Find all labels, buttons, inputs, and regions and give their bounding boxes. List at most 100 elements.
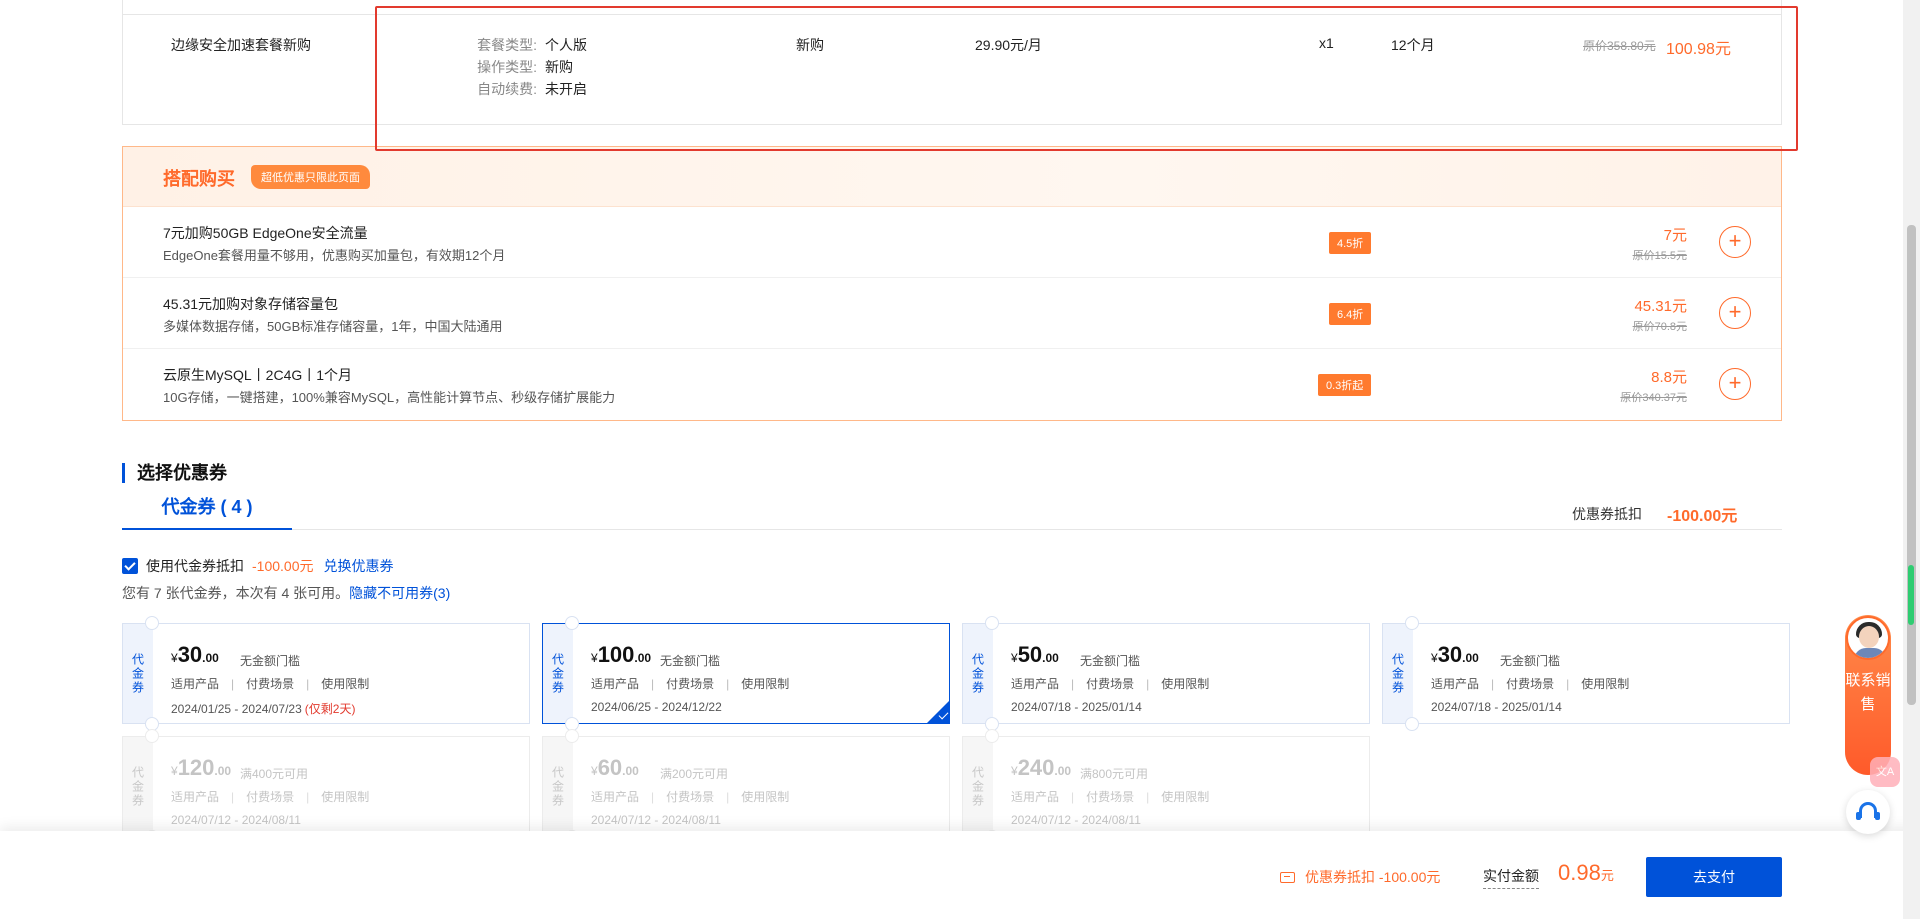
coupon-card: 代金券 ¥240.00 满800元可用 适用产品 | 付费场景 | 使用限制 2024/07/1… bbox=[962, 729, 1370, 844]
order-original-price: 原价358.80元 bbox=[1583, 39, 1656, 53]
coupon-side-label: 代金券 bbox=[963, 737, 993, 836]
coupon-validity: 2024/07/12 - 2024/08/11 bbox=[171, 813, 301, 827]
coupon-condition: 无金额门槛 bbox=[1080, 654, 1141, 668]
coupon-notch bbox=[565, 616, 579, 630]
coupon-limit-link[interactable]: 使用限制 bbox=[321, 677, 369, 691]
use-voucher-row: 使用代金券抵扣 -100.00元 兑换优惠券 bbox=[122, 556, 393, 576]
coupon-limit-link[interactable]: 使用限制 bbox=[741, 790, 789, 804]
coupon-products-link[interactable]: 适用产品 bbox=[591, 790, 639, 804]
bundle-item: 7元加购50GB EdgeOne安全流量 EdgeOne套餐用量不够用，优惠购买… bbox=[123, 207, 1781, 278]
coupon-condition: 满400元可用 bbox=[240, 767, 309, 781]
avatar-face bbox=[1859, 626, 1879, 648]
coupon-card[interactable]: 代金券 ¥30.00 无金额门槛 适用产品 | 付费场景 | 使用限制 2024/07/18 -… bbox=[1382, 616, 1790, 731]
total-value: 0.98 bbox=[1558, 860, 1601, 885]
add-bundle-item-button[interactable]: + bbox=[1719, 297, 1751, 329]
headset-ear-left bbox=[1856, 812, 1861, 820]
coupon-date: 2024/07/18 - 2025/01/14 bbox=[1431, 700, 1562, 714]
order-product-name: 边缘安全加速套餐新购 bbox=[171, 37, 311, 53]
use-voucher-label: 使用代金券抵扣 bbox=[146, 558, 244, 574]
coupon-expiry-warning: (仅剩2天) bbox=[304, 702, 356, 716]
footer-coupon-info[interactable]: 优惠券抵扣 -100.00元 bbox=[1280, 867, 1440, 887]
tab-voucher[interactable]: 代金券 ( 4 ) bbox=[122, 495, 292, 530]
coupon-products-link[interactable]: 适用产品 bbox=[591, 677, 639, 691]
hide-unavailable-link[interactable]: 隐藏不可用券(3) bbox=[349, 585, 450, 601]
voucher-availability: 您有 7 张代金券，本次有 4 张可用。隐藏不可用券(3) bbox=[122, 583, 450, 603]
voucher-availability-text: 您有 7 张代金券，本次有 4 张可用。 bbox=[122, 585, 350, 601]
coupon-limit-link[interactable]: 使用限制 bbox=[741, 677, 789, 691]
page-scrollbar[interactable] bbox=[1903, 0, 1920, 919]
ticket-icon bbox=[1280, 871, 1295, 883]
coupon-date: 2024/01/25 - 2024/07/23 bbox=[171, 702, 302, 716]
coupon-amount-dec: .00 bbox=[622, 764, 639, 778]
bundle-item: 云原生MySQL丨2C4G丨1个月 10G存储，一键搭建，100%兼容MySQL… bbox=[123, 349, 1781, 420]
coupon-amount-int: 50 bbox=[1017, 642, 1043, 667]
coupon-scene-link[interactable]: 付费场景 bbox=[666, 790, 714, 804]
coupon-scene-link[interactable]: 付费场景 bbox=[246, 677, 294, 691]
coupon-limit-link[interactable]: 使用限制 bbox=[321, 790, 369, 804]
coupon-products-link[interactable]: 适用产品 bbox=[171, 677, 219, 691]
coupon-scene-link[interactable]: 付费场景 bbox=[1086, 790, 1134, 804]
coupon-condition: 无金额门槛 bbox=[660, 654, 721, 668]
spec-label: 自动续费: bbox=[477, 81, 537, 97]
coupon-amount-int: 30 bbox=[1437, 642, 1463, 667]
customer-support-button[interactable] bbox=[1846, 790, 1890, 834]
coupon-side-label: 代金券 bbox=[543, 737, 573, 836]
coupon-products-link[interactable]: 适用产品 bbox=[1431, 677, 1479, 691]
spec-package-type: 套餐类型: 个人版 bbox=[463, 35, 587, 55]
exchange-coupon-link[interactable]: 兑换优惠券 bbox=[323, 556, 393, 576]
coupon-side-label: 代金券 bbox=[123, 624, 153, 723]
coupon-scene-link[interactable]: 付费场景 bbox=[1086, 677, 1134, 691]
coupon-condition: 满800元可用 bbox=[1080, 767, 1149, 781]
coupon-limit-link[interactable]: 使用限制 bbox=[1581, 677, 1629, 691]
add-bundle-item-button[interactable]: + bbox=[1719, 226, 1751, 258]
add-bundle-item-button[interactable]: + bbox=[1719, 368, 1751, 400]
contact-sales-text: 联系销售 bbox=[1845, 672, 1891, 713]
coupon-scene-link[interactable]: 付费场景 bbox=[666, 677, 714, 691]
coupon-scene-link[interactable]: 付费场景 bbox=[246, 790, 294, 804]
coupon-condition: 无金额门槛 bbox=[240, 654, 301, 668]
bundle-item-price: 8.8元 bbox=[1651, 369, 1687, 386]
avatar-body bbox=[1854, 648, 1886, 658]
coupon-notch bbox=[145, 729, 159, 743]
coupon-amount-dec: .00 bbox=[1042, 651, 1059, 665]
footer-coupon-text: 优惠券抵扣 -100.00元 bbox=[1305, 869, 1441, 885]
coupon-amount: ¥30.00 bbox=[1431, 642, 1479, 667]
use-voucher-amount: -100.00元 bbox=[252, 558, 314, 574]
bundle-item-name: 7元加购50GB EdgeOne安全流量 bbox=[163, 225, 368, 241]
coupon-products-link[interactable]: 适用产品 bbox=[1011, 677, 1059, 691]
coupon-date: 2024/07/12 - 2024/08/11 bbox=[171, 813, 301, 827]
contact-sales-widget[interactable]: 联系销售 bbox=[1845, 615, 1891, 775]
coupon-side-label: 代金券 bbox=[963, 624, 993, 723]
bundle-item-price: 7元 bbox=[1663, 227, 1687, 244]
order-price: 100.98元 bbox=[1666, 41, 1731, 58]
total-label[interactable]: 实付金额 bbox=[1483, 866, 1539, 889]
bundle-item-name: 45.31元加购对象存储容量包 bbox=[163, 296, 339, 312]
discount-badge: 0.3折起 bbox=[1318, 374, 1372, 396]
coupon-limit-link[interactable]: 使用限制 bbox=[1161, 790, 1209, 804]
coupon-amount-dec: .00 bbox=[202, 651, 219, 665]
use-voucher-checkbox[interactable] bbox=[122, 558, 138, 574]
coupon-side-label: 代金券 bbox=[543, 624, 573, 723]
plus-icon: + bbox=[1728, 228, 1742, 253]
spec-label: 套餐类型: bbox=[477, 37, 537, 53]
coupon-products-link[interactable]: 适用产品 bbox=[171, 790, 219, 804]
coupon-amount-dec: .00 bbox=[214, 764, 232, 778]
coupon-products-link[interactable]: 适用产品 bbox=[1011, 790, 1059, 804]
coupon-card[interactable]: 代金券 ¥30.00 无金额门槛 适用产品 | 付费场景 | 使用限制 2024/01/25 -… bbox=[122, 616, 530, 731]
coupon-amount: ¥60.00 bbox=[591, 755, 639, 780]
order-quantity: x1 bbox=[1319, 35, 1334, 51]
bundle-item-name: 云原生MySQL丨2C4G丨1个月 bbox=[163, 367, 353, 383]
coupon-scene-link[interactable]: 付费场景 bbox=[1506, 677, 1554, 691]
coupon-limit-link[interactable]: 使用限制 bbox=[1161, 677, 1209, 691]
pay-button[interactable]: 去支付 bbox=[1646, 857, 1782, 897]
coupon-validity: 2024/01/25 - 2024/07/23 (仅剩2天) bbox=[171, 700, 355, 717]
coupon-card[interactable]: 代金券 ¥100.00 无金额门槛 适用产品 | 付费场景 | 使用限制 2024/06/25 … bbox=[542, 616, 950, 731]
translate-icon[interactable]: 文A bbox=[1870, 757, 1900, 787]
coupon-side-label: 代金券 bbox=[1383, 624, 1413, 723]
bundle-promo-badge: 超低优惠只限此页面 bbox=[251, 165, 370, 189]
coupon-amount: ¥30.00 bbox=[171, 642, 219, 667]
coupon-meta: 适用产品 | 付费场景 | 使用限制 bbox=[1011, 677, 1210, 691]
spec-value: 未开启 bbox=[545, 81, 587, 97]
coupon-card[interactable]: 代金券 ¥50.00 无金额门槛 适用产品 | 付费场景 | 使用限制 2024/07/18 -… bbox=[962, 616, 1370, 731]
scrollbar-thumb[interactable] bbox=[1907, 225, 1916, 705]
